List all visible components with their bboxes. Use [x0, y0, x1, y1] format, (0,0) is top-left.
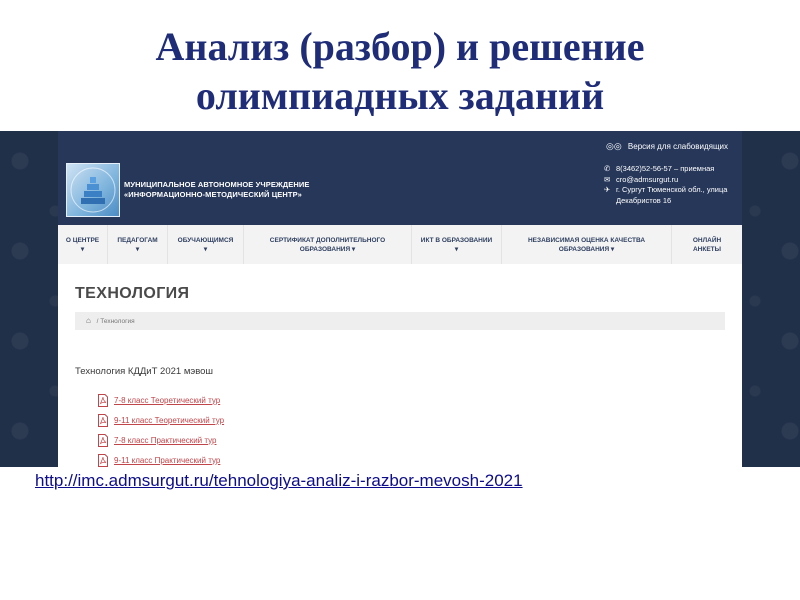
- file-link[interactable]: 7-8 класс Практический тур: [114, 436, 216, 445]
- contact-email[interactable]: ✉ cro@admsurgut.ru: [604, 175, 727, 186]
- file-link[interactable]: 9-11 класс Практический тур: [114, 456, 220, 465]
- accessibility-label: Версия для слабовидящих: [627, 142, 728, 151]
- email-text: cro@admsurgut.ru: [616, 174, 679, 184]
- file-list: 7-8 класс Теоретический тур 9-11 класс Т…: [98, 390, 224, 467]
- file-link[interactable]: 7-8 класс Теоретический тур: [114, 396, 220, 405]
- site-logo[interactable]: [66, 163, 120, 217]
- page-heading: ТЕХНОЛОГИЯ: [75, 285, 190, 302]
- section-title: Технология КДДиТ 2021 мэвош: [75, 366, 214, 377]
- menu-item-label: О ЦЕНТРЕ: [65, 237, 100, 244]
- main-menu: О ЦЕНТРЕ ▾ ПЕДАГОГАМ ▾ ОБУЧАЮЩИМСЯ ▾ СЕР…: [58, 225, 742, 265]
- phone-text: 8(3462)52-56-57 – приемная: [616, 164, 715, 173]
- file-item: 9-11 класс Практический тур: [98, 450, 224, 467]
- menu-item-label: ИКТ В ОБРАЗОВАНИИ: [420, 237, 493, 244]
- chevron-down-icon: ▾: [80, 246, 85, 253]
- page-content: ТЕХНОЛОГИЯ ⌂ / Технология Технология КДД…: [58, 264, 742, 467]
- menu-item-label-2: ОБРАЗОВАНИЯ ▾: [558, 246, 615, 253]
- menu-item-label: ОБУЧАЮЩИМСЯ: [177, 237, 234, 244]
- phone-icon: ✆: [604, 164, 611, 173]
- file-item: 9-11 класс Теоретический тур: [98, 410, 224, 430]
- chevron-down-icon: ▾: [203, 246, 208, 253]
- slide-title-line-2: олимпиадных заданий: [195, 73, 605, 118]
- glasses-icon: ◎◎: [605, 141, 622, 151]
- location-pin-icon: ✈: [604, 185, 611, 194]
- slide-title: Анализ (разбор) и решение олимпиадных за…: [0, 22, 800, 120]
- breadcrumb-current: / Технология: [96, 318, 135, 325]
- org-name-line-2: «ИНФОРМАЦИОННО-МЕТОДИЧЕСКИЙ ЦЕНТР»: [124, 190, 302, 199]
- menu-item-ict[interactable]: ИКТ В ОБРАЗОВАНИИ ▾: [412, 225, 502, 264]
- file-item: 7-8 класс Практический тур: [98, 430, 224, 450]
- menu-item-label: СЕРТИФИКАТ ДОПОЛНИТЕЛЬНОГО: [269, 237, 386, 244]
- website: ◎◎ Версия для слабовидящих МУНИЦИПАЛЬНОЕ…: [58, 131, 742, 467]
- home-icon[interactable]: ⌂: [86, 316, 91, 325]
- menu-item-label: ОНЛАЙН: [692, 237, 722, 244]
- menu-item-label: ПЕДАГОГАМ: [117, 237, 158, 244]
- menu-item-students[interactable]: ОБУЧАЮЩИМСЯ ▾: [168, 225, 244, 264]
- menu-item-surveys[interactable]: ОНЛАЙН АНКЕТЫ: [672, 225, 742, 264]
- menu-item-label-2: ОБРАЗОВАНИЯ ▾: [299, 246, 356, 253]
- menu-item-quality[interactable]: НЕЗАВИСИМАЯ ОЦЕНКА КАЧЕСТВА ОБРАЗОВАНИЯ …: [502, 225, 672, 264]
- website-screenshot: ◎◎ Версия для слабовидящих МУНИЦИПАЛЬНОЕ…: [0, 131, 800, 467]
- org-name-line-1: МУНИЦИПАЛЬНОЕ АВТОНОМНОЕ УЧРЕЖДЕНИЕ: [124, 180, 310, 189]
- organization-name: МУНИЦИПАЛЬНОЕ АВТОНОМНОЕ УЧРЕЖДЕНИЕ «ИНФ…: [124, 180, 309, 200]
- chevron-down-icon: ▾: [135, 246, 140, 253]
- contact-address: ✈ г. Сургут Тюменской обл., улица: [604, 185, 727, 196]
- site-header: ◎◎ Версия для слабовидящих МУНИЦИПАЛЬНОЕ…: [58, 131, 742, 225]
- address-line-1: г. Сургут Тюменской обл., улица: [616, 185, 728, 194]
- pdf-icon: [98, 413, 108, 427]
- address-line-2: Декабристов 16: [616, 195, 672, 205]
- contact-address-2: Декабристов 16: [604, 196, 727, 207]
- logo-emblem-icon: [70, 167, 116, 213]
- contacts-block: ✆ 8(3462)52-56-57 – приемная ✉ cro@admsu…: [604, 164, 727, 206]
- chevron-down-icon: ▾: [454, 246, 459, 253]
- file-link[interactable]: 9-11 класс Теоретический тур: [114, 416, 224, 425]
- menu-item-certificate[interactable]: СЕРТИФИКАТ ДОПОЛНИТЕЛЬНОГО ОБРАЗОВАНИЯ ▾: [244, 225, 412, 264]
- menu-item-about[interactable]: О ЦЕНТРЕ ▾: [58, 225, 108, 264]
- envelope-icon: ✉: [604, 174, 611, 184]
- pdf-icon: [98, 453, 108, 467]
- file-item: 7-8 класс Теоретический тур: [98, 390, 224, 410]
- accessibility-link[interactable]: ◎◎ Версия для слабовидящих: [606, 141, 728, 152]
- menu-item-label-2: АНКЕТЫ: [692, 246, 722, 253]
- source-url-link[interactable]: http://imc.admsurgut.ru/tehnologiya-anal…: [35, 471, 523, 491]
- pdf-icon: [98, 393, 108, 407]
- slide-title-line-1: Анализ (разбор) и решение: [155, 24, 645, 69]
- pdf-icon: [98, 433, 108, 447]
- breadcrumb: ⌂ / Технология: [75, 312, 725, 330]
- menu-item-label: НЕЗАВИСИМАЯ ОЦЕНКА КАЧЕСТВА: [527, 237, 646, 244]
- contact-phone: ✆ 8(3462)52-56-57 – приемная: [604, 164, 727, 175]
- menu-item-teachers[interactable]: ПЕДАГОГАМ ▾: [108, 225, 168, 264]
